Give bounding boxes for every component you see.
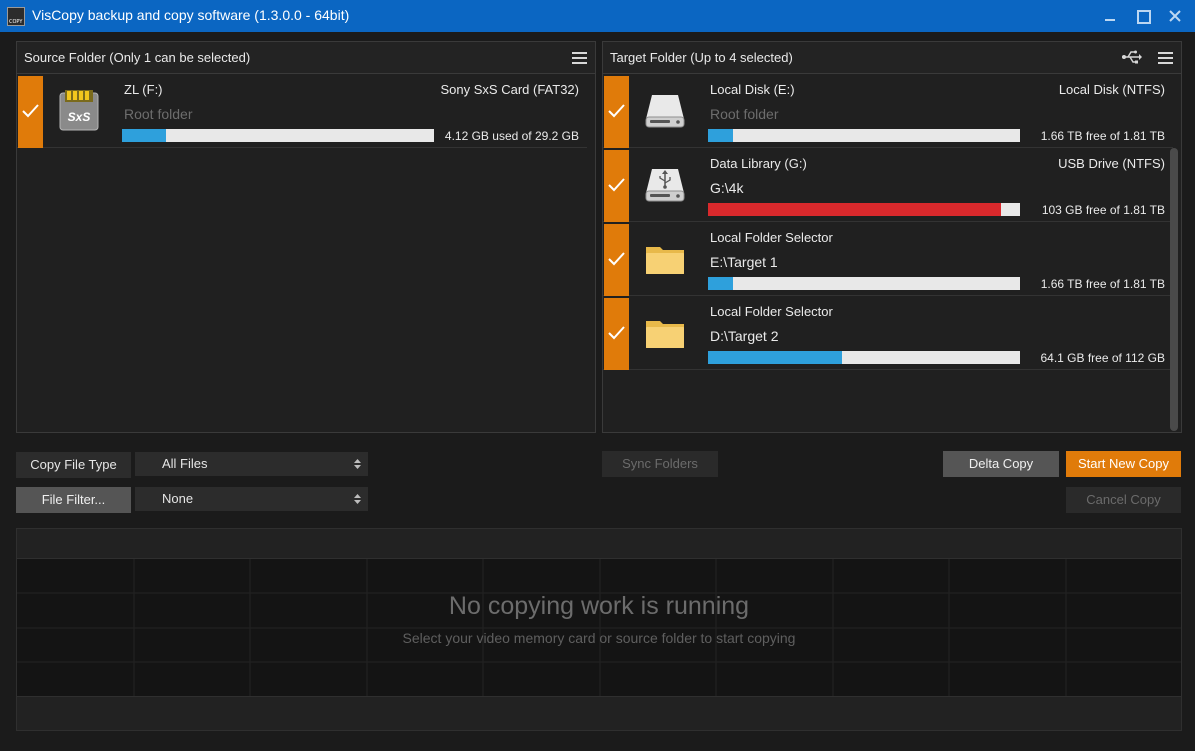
maximize-icon[interactable] (1134, 8, 1152, 24)
capacity-bar-fill (708, 129, 733, 142)
updown-arrows-icon (354, 459, 361, 469)
usb-drive-icon (642, 161, 688, 207)
sxs-card-icon: SxS (56, 87, 102, 133)
copy-file-type-label: Copy File Type (16, 452, 131, 478)
source-drive-row[interactable]: SxS ZL (F:) Sony SxS Card (FAT32) Root f… (17, 75, 587, 148)
usb-icon[interactable] (1121, 50, 1143, 64)
checkmark-icon (608, 252, 625, 266)
checkmark-icon (608, 326, 625, 340)
drive-path: Root folder (710, 106, 779, 122)
target-drive-row[interactable]: Local Disk (E:) Local Disk (NTFS) Root f… (603, 75, 1173, 148)
capacity-bar-fill (708, 277, 733, 290)
capacity-text: 64.1 GB free of 112 GB (1040, 351, 1165, 365)
source-panel-header: Source Folder (Only 1 can be selected) (17, 42, 595, 74)
target-drive-checkbox[interactable] (604, 150, 629, 222)
capacity-bar (708, 129, 1020, 142)
target-panel-header: Target Folder (Up to 4 selected) (603, 42, 1181, 74)
drive-type: Sony SxS Card (FAT32) (440, 82, 579, 97)
drive-name: Data Library (G:) (710, 156, 807, 171)
folder-icon (642, 309, 688, 355)
target-panel-title: Target Folder (Up to 4 selected) (610, 50, 793, 65)
checkmark-icon (608, 178, 625, 192)
checkmark-icon (22, 104, 39, 118)
sync-folders-button[interactable]: Sync Folders (602, 451, 718, 477)
source-panel-title: Source Folder (Only 1 can be selected) (24, 50, 251, 65)
delta-copy-button[interactable]: Delta Copy (943, 451, 1059, 477)
file-filter-select[interactable]: None (135, 487, 368, 511)
drive-name: ZL (F:) (124, 82, 163, 97)
capacity-text: 1.66 TB free of 1.81 TB (1040, 129, 1165, 143)
capacity-text: 4.12 GB used of 29.2 GB (444, 129, 579, 143)
capacity-bar-fill (708, 203, 1002, 216)
capacity-bar-fill (708, 351, 843, 364)
status-footer-bar (17, 696, 1181, 730)
cancel-copy-button[interactable]: Cancel Copy (1066, 487, 1181, 513)
status-grid (17, 559, 1181, 697)
source-folder-panel: Source Folder (Only 1 can be selected) S… (16, 41, 596, 433)
capacity-bar (708, 203, 1020, 216)
close-icon[interactable] (1166, 8, 1184, 24)
target-drive-checkbox[interactable] (604, 76, 629, 148)
copy-file-type-value: All Files (162, 456, 208, 471)
target-folder-row[interactable]: Local Folder Selector D:\Target 2 64.1 G… (603, 297, 1173, 370)
svg-text:SxS: SxS (68, 110, 91, 124)
target-folder-checkbox[interactable] (604, 298, 629, 370)
target-menu-icon[interactable] (1158, 51, 1173, 64)
copy-status-panel: No copying work is running Select your v… (16, 528, 1182, 731)
capacity-bar (122, 129, 434, 142)
window-title: VisCopy backup and copy software (1.3.0.… (32, 7, 350, 23)
folder-path: E:\Target 1 (710, 254, 778, 270)
capacity-text: 103 GB free of 1.81 TB (1041, 203, 1165, 217)
target-drive-row[interactable]: Data Library (G:) USB Drive (NTFS) G:\4k… (603, 149, 1173, 222)
updown-arrows-icon (354, 494, 361, 504)
capacity-bar (708, 277, 1020, 290)
folder-selector-name: Local Folder Selector (710, 304, 833, 319)
folder-path: D:\Target 2 (710, 328, 779, 344)
folder-icon (642, 235, 688, 281)
status-header-bar (17, 529, 1181, 559)
minimize-icon[interactable] (1101, 8, 1119, 24)
target-scrollbar[interactable] (1170, 148, 1178, 431)
hard-disk-icon (642, 87, 688, 133)
title-bar: VisCopy backup and copy software (1.3.0.… (0, 0, 1195, 32)
start-new-copy-button[interactable]: Start New Copy (1066, 451, 1181, 477)
drive-type: Local Disk (NTFS) (1058, 82, 1165, 97)
status-hint: Select your video memory card or source … (402, 630, 796, 646)
capacity-text: 1.66 TB free of 1.81 TB (1040, 277, 1165, 291)
drive-name: Local Disk (E:) (710, 82, 795, 97)
target-folder-panel: Target Folder (Up to 4 selected) Local D… (602, 41, 1182, 433)
file-filter-button[interactable]: File Filter... (16, 487, 131, 513)
viscopy-app-icon (7, 7, 25, 26)
source-drive-checkbox[interactable] (18, 76, 43, 148)
target-folder-row[interactable]: Local Folder Selector E:\Target 1 1.66 T… (603, 223, 1173, 296)
checkmark-icon (608, 104, 625, 118)
source-menu-icon[interactable] (572, 51, 587, 64)
drive-path: Root folder (124, 106, 193, 122)
capacity-bar-fill (122, 129, 166, 142)
target-folder-checkbox[interactable] (604, 224, 629, 296)
capacity-bar (708, 351, 1020, 364)
drive-path: G:\4k (710, 180, 744, 196)
drive-type: USB Drive (NTFS) (1058, 156, 1165, 171)
folder-selector-name: Local Folder Selector (710, 230, 833, 245)
file-filter-value: None (162, 491, 194, 506)
copy-file-type-select[interactable]: All Files (135, 452, 368, 476)
status-message: No copying work is running (448, 592, 750, 620)
